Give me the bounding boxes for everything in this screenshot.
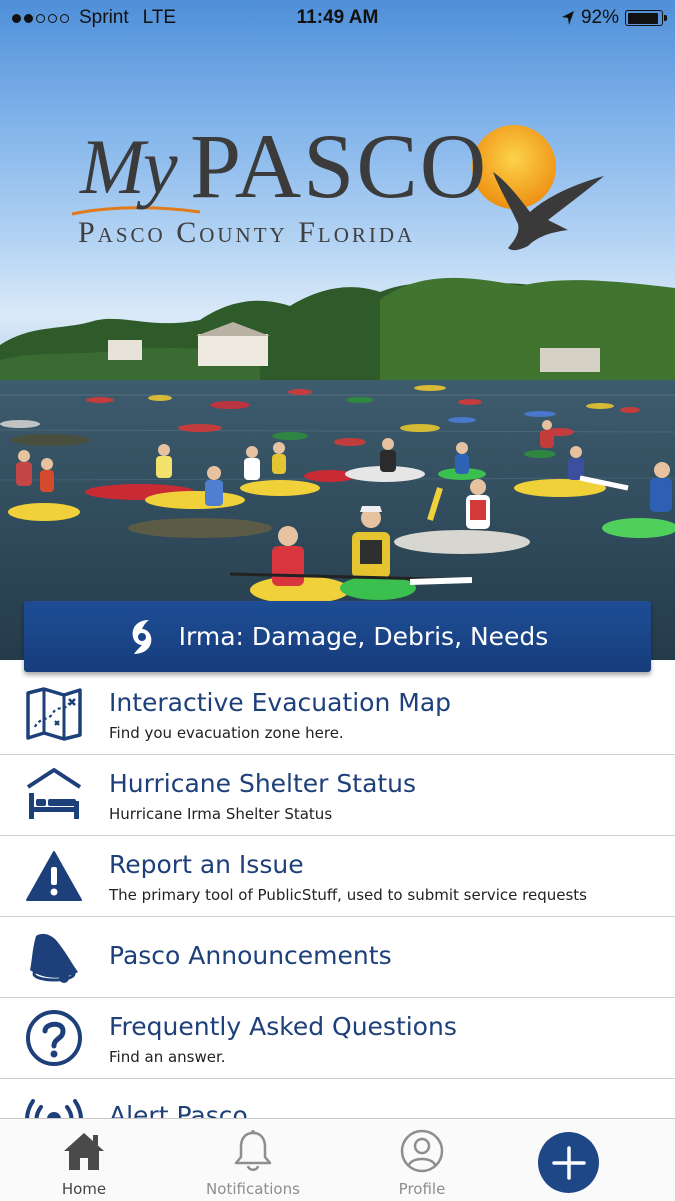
menu-item-title: Frequently Asked Questions [109, 1012, 457, 1041]
profile-icon [400, 1129, 444, 1173]
menu-item-report-issue[interactable]: Report an Issue The primary tool of Publ… [0, 836, 675, 917]
kayak-photo [0, 125, 675, 660]
network-label: LTE [142, 7, 177, 28]
signal-strength-icon [12, 13, 69, 23]
logo-my: My [80, 123, 178, 210]
question-icon [26, 1010, 82, 1066]
warning-icon [26, 851, 82, 901]
hero-banner: My PASCO Pasco County Florida [0, 0, 675, 660]
menu-item-subtitle: The primary tool of PublicStuff, used to… [109, 886, 587, 904]
shelter-bed-icon [26, 768, 82, 819]
home-icon [64, 1133, 104, 1170]
map-icon [26, 687, 82, 741]
battery-percent: 92% [580, 7, 619, 28]
menu-item-shelter-status[interactable]: Hurricane Shelter Status Hurricane Irma … [0, 755, 675, 836]
tab-home[interactable]: Home [24, 1127, 144, 1198]
menu-item-announcements[interactable]: Pasco Announcements [0, 917, 675, 998]
tab-label: Notifications [206, 1180, 300, 1198]
location-arrow-icon [561, 11, 574, 25]
menu-item-title: Interactive Evacuation Map [109, 688, 452, 717]
tab-label: Home [61, 1180, 107, 1198]
add-button[interactable] [538, 1132, 599, 1193]
menu-item-evacuation-map[interactable]: Interactive Evacuation Map Find you evac… [0, 674, 675, 755]
logo-subtitle: Pasco County Florida [78, 216, 416, 249]
bell-icon [234, 1130, 272, 1171]
hurricane-icon [132, 619, 152, 654]
menu-item-title: Pasco Announcements [109, 941, 392, 970]
status-bar: Sprint LTE 11:49 AM 92% [0, 0, 675, 36]
menu-item-faq[interactable]: Frequently Asked Questions Find an answe… [0, 998, 675, 1079]
tab-profile[interactable]: Profile [362, 1127, 482, 1198]
tab-bar: Home Notifications Profile [0, 1118, 675, 1201]
battery-icon [625, 10, 667, 26]
plus-icon [551, 1145, 586, 1180]
menu-item-title: Hurricane Shelter Status [109, 769, 417, 798]
irma-banner-label: Irma: Damage, Debris, Needs [178, 622, 549, 651]
menu-item-subtitle: Find you evacuation zone here. [109, 724, 344, 742]
menu-item-subtitle: Find an answer. [109, 1048, 226, 1066]
menu-item-title: Report an Issue [109, 850, 304, 879]
tab-label: Profile [398, 1180, 446, 1198]
bell-icon [30, 933, 78, 983]
menu-list: Interactive Evacuation Map Find you evac… [0, 674, 675, 1160]
carrier-label: Sprint [79, 7, 129, 28]
tab-notifications[interactable]: Notifications [193, 1127, 313, 1198]
menu-item-subtitle: Hurricane Irma Shelter Status [109, 805, 333, 823]
irma-banner-button[interactable]: Irma: Damage, Debris, Needs [24, 601, 651, 672]
logo-pasco: PASCO [190, 115, 489, 217]
